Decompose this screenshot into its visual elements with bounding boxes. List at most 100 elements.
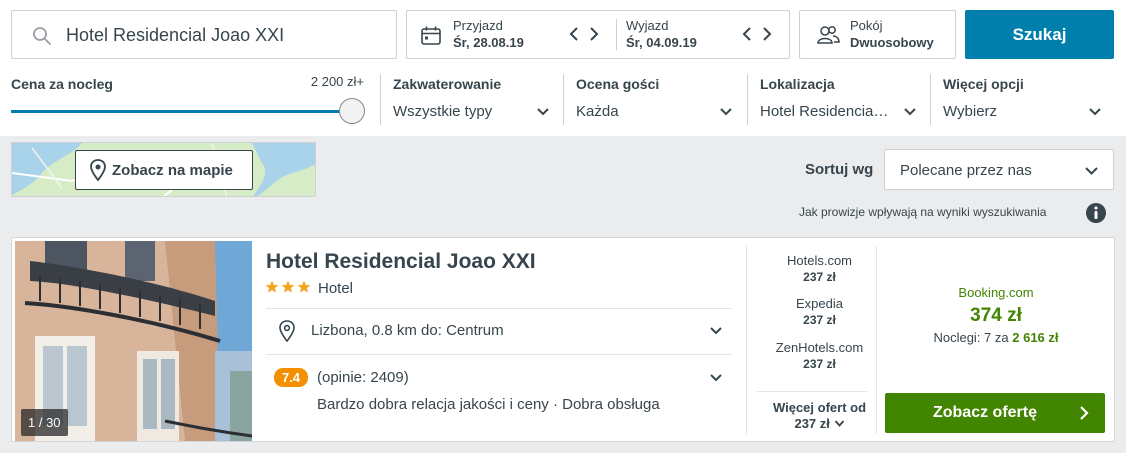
offer-price: 237 zł (803, 270, 836, 284)
offer-price: 237 zł (803, 357, 836, 371)
hotel-name[interactable]: Hotel Residencial Joao XXI (266, 250, 536, 274)
chevron-down-icon (904, 108, 916, 116)
checkin-field[interactable]: Przyjazd Śr, 28.08.19 (453, 11, 563, 58)
chevron-down-icon[interactable] (709, 371, 723, 385)
checkout-prev-button[interactable] (740, 24, 754, 44)
offers-separator (757, 391, 867, 392)
view-deal-button[interactable]: Zobacz ofertę (885, 393, 1105, 433)
nights-total: Noclegi: 7 za 2 616 zł (886, 330, 1106, 345)
more-offers-label: Więcej ofert od (772, 400, 867, 415)
checkout-value: Śr, 04.09.19 (626, 35, 697, 50)
checkout-next-button[interactable] (760, 24, 774, 44)
map-pin-icon (90, 159, 106, 181)
offer-provider: Hotels.com (786, 253, 853, 268)
offer-price: 237 zł (803, 313, 836, 327)
accommodation-value: Wszystkie typy (393, 103, 493, 120)
more-options-label: Więcej opcji (943, 76, 1024, 92)
card-divider (266, 354, 732, 355)
chevron-down-icon (834, 420, 844, 427)
more-offers-button[interactable]: Więcej ofert od 237 zł (757, 400, 882, 432)
info-icon[interactable] (1085, 202, 1107, 224)
best-deal-provider: Booking.com (958, 285, 1034, 300)
offer-provider: ZenHotels.com (775, 340, 864, 355)
price-filter: Cena za nocleg 2 200 zł+ (11, 72, 371, 130)
map-pin-icon (279, 320, 295, 342)
top-search-panel: Przyjazd Śr, 28.08.19 Wyjazd Śr, 04.09.1… (0, 0, 1126, 136)
chevron-down-icon (710, 327, 722, 335)
accommodation-filter[interactable]: Zakwaterowanie Wszystkie typy (393, 72, 551, 130)
checkin-arrows (567, 24, 607, 44)
filter-divider (380, 74, 381, 125)
offers-divider (746, 246, 747, 434)
location-row[interactable]: Lizbona, 0.8 km do: Centrum (266, 308, 732, 354)
price-filter-value: 2 200 zł+ (310, 74, 364, 89)
accommodation-label: Zakwaterowanie (393, 76, 502, 92)
date-picker[interactable]: Przyjazd Śr, 28.08.19 Wyjazd Śr, 04.09.1… (406, 10, 790, 59)
sort-select[interactable]: Polecane przez nas (884, 149, 1114, 190)
checkin-prev-button[interactable] (567, 24, 581, 44)
review-count[interactable]: (opinie: 2409) (317, 369, 409, 386)
more-offers-price: 237 zł (794, 416, 830, 431)
filter-divider (930, 74, 931, 125)
guest-rating-filter[interactable]: Ocena gości Każda (576, 72, 734, 130)
price-slider-handle[interactable] (339, 98, 365, 124)
offer-item[interactable]: Expedia 237 zł (757, 296, 882, 328)
checkin-next-button[interactable] (587, 24, 601, 44)
show-on-map-button[interactable]: Zobacz na mapie (75, 150, 253, 190)
more-options-filter[interactable]: Więcej opcji Wybierz (943, 72, 1103, 130)
room-type-selector[interactable]: Pokój Dwuosobowy (799, 10, 956, 59)
location-value: Hotel Residencia… (760, 103, 889, 120)
chevron-left-icon (569, 27, 578, 41)
more-options-value: Wybierz (943, 103, 998, 120)
view-deal-label: Zobacz ofertę (932, 404, 1037, 421)
search-icon (33, 27, 51, 45)
offers-divider (876, 246, 877, 434)
chevron-right-icon (763, 27, 772, 41)
location-text: Lizbona, 0.8 km do: Centrum (311, 322, 504, 339)
chevron-left-icon (742, 27, 751, 41)
guest-rating-value: Każda (576, 103, 619, 120)
destination-search-box[interactable] (11, 10, 397, 59)
chevron-down-icon (1085, 167, 1098, 175)
checkout-field[interactable]: Wyjazd Śr, 04.09.19 (626, 11, 736, 58)
date-divider (616, 19, 617, 50)
nights-prefix: Noclegi: 7 za (933, 330, 1009, 345)
destination-search-input[interactable] (66, 21, 386, 49)
chevron-down-icon (1089, 108, 1101, 116)
location-filter[interactable]: Lokalizacja Hotel Residencia… (760, 72, 918, 130)
search-button[interactable]: Szukaj (965, 10, 1114, 59)
chevron-right-icon (1080, 406, 1089, 420)
chevron-down-icon (720, 108, 732, 116)
checkout-label: Wyjazd (626, 18, 669, 33)
rating-badge: 7.4 (274, 368, 308, 387)
filter-divider (563, 74, 564, 125)
hotel-result-card: 1 / 30 Hotel Residencial Joao XXI Hotel … (11, 237, 1115, 442)
chevron-down-icon (537, 108, 549, 116)
checkin-value: Śr, 28.08.19 (453, 35, 524, 50)
commission-info-link[interactable]: Jak prowizje wpływają na wyniki wyszukiw… (799, 205, 1046, 219)
show-on-map-label: Zobacz na mapie (112, 162, 233, 179)
photo-counter: 1 / 30 (21, 409, 68, 436)
guest-rating-label: Ocena gości (576, 76, 660, 92)
guests-icon (817, 26, 840, 44)
offer-provider: Expedia (796, 296, 843, 311)
sort-label: Sortuj wg (805, 161, 874, 178)
rooms-value: Dwuosobowy (850, 35, 934, 50)
checkin-label: Przyjazd (453, 18, 503, 33)
star-rating-icons (265, 280, 311, 293)
sort-value: Polecane przez nas (900, 162, 1032, 179)
nights-total-price: 2 616 zł (1012, 330, 1059, 345)
price-slider-track[interactable] (11, 110, 356, 113)
hotel-photo[interactable]: 1 / 30 (15, 241, 252, 441)
location-label: Lokalizacja (760, 76, 835, 92)
chevron-right-icon (590, 27, 599, 41)
hotel-type: Hotel (318, 280, 354, 297)
rooms-label: Pokój (850, 18, 883, 33)
more-offers-price-line: 237 zł (757, 416, 882, 432)
price-filter-label: Cena za nocleg (11, 76, 113, 92)
offer-item[interactable]: ZenHotels.com 237 zł (757, 340, 882, 372)
offer-item[interactable]: Hotels.com 237 zł (757, 253, 882, 285)
best-deal-price: 374 zł (970, 305, 1022, 326)
checkout-arrows (740, 24, 780, 44)
filter-divider (747, 74, 748, 125)
